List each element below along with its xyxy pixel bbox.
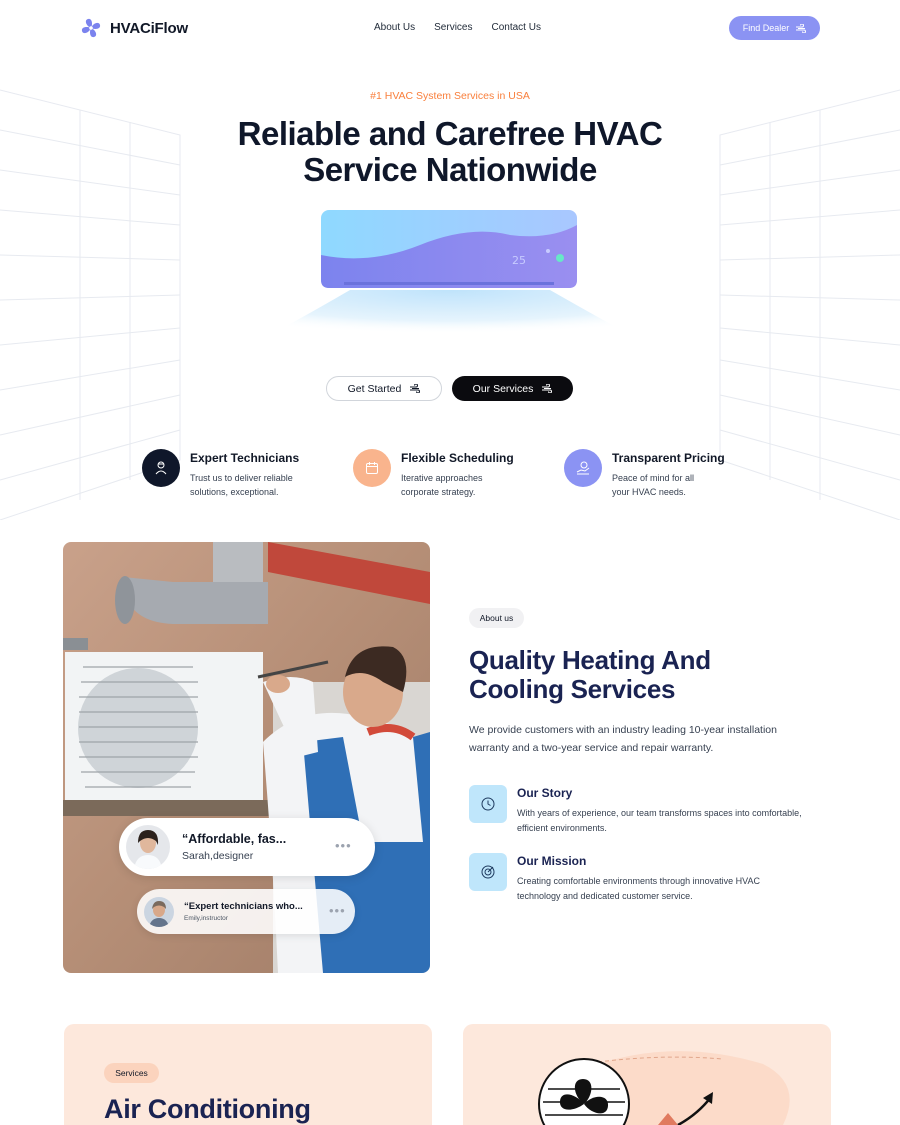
feature-item: Expert Technicians Trust us to deliver r… — [142, 449, 353, 499]
hero-title-line1: Reliable and Carefree HVAC — [237, 115, 663, 152]
feature-desc-line: solutions, exceptional. — [190, 487, 279, 497]
page: HVACiFlow About Us Services Contact Us F… — [0, 0, 900, 1125]
feature-title: Flexible Scheduling — [401, 451, 514, 465]
info-description: Creating comfortable environments throug… — [517, 876, 760, 901]
fan-logo-icon — [81, 18, 101, 38]
info-item-story: Our Story With years of experience, our … — [469, 785, 802, 836]
testimonial-author: Emily,instructor — [184, 915, 303, 922]
hero-title: Reliable and Carefree HVAC Service Natio… — [150, 116, 750, 188]
wind-icon — [410, 384, 421, 393]
nav-item-services[interactable]: Services — [434, 22, 472, 33]
about-title-line1: Quality Heating And — [469, 645, 711, 675]
wind-icon — [796, 23, 807, 33]
author-name: Sarah — [182, 850, 211, 862]
author-role: ,designer — [210, 850, 254, 862]
info-description: With years of experience, our team trans… — [517, 808, 802, 833]
avatar — [144, 896, 174, 927]
services-tag: Services — [104, 1063, 159, 1083]
testimonial-card[interactable]: “Affordable, fas... Sarah,designer ••• — [119, 818, 375, 876]
our-services-label: Our Services — [472, 382, 534, 395]
feature-list: Expert Technicians Trust us to deliver r… — [142, 449, 775, 499]
author-role: ,instructor — [199, 915, 228, 922]
find-dealer-label: Find Dealer — [742, 23, 790, 33]
wind-icon — [542, 384, 553, 393]
about-tag: About us — [469, 608, 524, 628]
target-icon — [469, 853, 507, 891]
ac-temperature-display: 25 — [512, 254, 526, 267]
clock-icon — [469, 785, 507, 823]
find-dealer-button[interactable]: Find Dealer — [729, 16, 820, 40]
feature-description: Trust us to deliver reliable solutions, e… — [190, 471, 315, 499]
feature-desc-line: Trust us to deliver reliable — [190, 473, 293, 483]
hero-actions: Get Started Our Services — [326, 376, 573, 401]
feature-title: Transparent Pricing — [612, 451, 725, 465]
technician-icon — [142, 449, 180, 487]
author-name: Emily — [184, 915, 200, 922]
feature-desc-line: your HVAC needs. — [612, 487, 686, 497]
hero-eyebrow: #1 HVAC System Services in USA — [370, 90, 530, 102]
about-title-line2: Cooling Services — [469, 674, 676, 704]
feature-desc-line: corporate strategy. — [401, 487, 476, 497]
service-title: Air Conditioning — [104, 1094, 311, 1124]
get-started-label: Get Started — [347, 382, 402, 395]
info-title: Our Mission — [517, 854, 587, 868]
testimonial-card[interactable]: “Expert technicians who... Emily,instruc… — [137, 889, 355, 934]
feature-desc-line: Peace of mind for all — [612, 473, 695, 483]
testimonial-quote: “Affordable, fas... — [182, 832, 287, 846]
feature-item: Flexible Scheduling Iterative approaches… — [353, 449, 564, 499]
feature-desc-line: Iterative approaches — [401, 473, 483, 483]
feature-item: Transparent Pricing Peace of mind for al… — [564, 449, 775, 499]
feature-description: Iterative approaches corporate strategy. — [401, 471, 526, 499]
feature-description: Peace of mind for all your HVAC needs. — [612, 471, 737, 499]
pricing-icon — [564, 449, 602, 487]
calendar-icon — [353, 449, 391, 487]
nav-item-about[interactable]: About Us — [374, 22, 415, 33]
info-title: Our Story — [517, 786, 573, 800]
avatar — [126, 825, 170, 869]
brand-logo[interactable]: HVACiFlow — [80, 17, 188, 39]
air-conditioner-illustration: 25 — [250, 210, 650, 345]
about-title: Quality Heating And Cooling Services — [469, 646, 789, 704]
site-header: HVACiFlow About Us Services Contact Us F… — [0, 0, 900, 58]
our-services-button[interactable]: Our Services — [452, 376, 573, 401]
feature-title: Expert Technicians — [190, 451, 300, 465]
main-nav: About Us Services Contact Us — [374, 22, 541, 33]
more-options-icon[interactable]: ••• — [335, 838, 352, 853]
brand-name: HVACiFlow — [110, 19, 188, 37]
about-description: We provide customers with an industry le… — [469, 724, 777, 754]
info-item-mission: Our Mission Creating comfortable environ… — [469, 853, 802, 904]
service-illustration-card — [463, 1024, 831, 1125]
testimonial-quote: “Expert technicians who... — [184, 901, 303, 912]
hero-title-line2: Service Nationwide — [303, 151, 597, 188]
nav-item-contact[interactable]: Contact Us — [492, 22, 541, 33]
testimonial-author: Sarah,designer — [182, 850, 286, 862]
more-options-icon[interactable]: ••• — [329, 903, 346, 918]
fan-illustration — [538, 1051, 790, 1125]
get-started-button[interactable]: Get Started — [326, 376, 442, 401]
